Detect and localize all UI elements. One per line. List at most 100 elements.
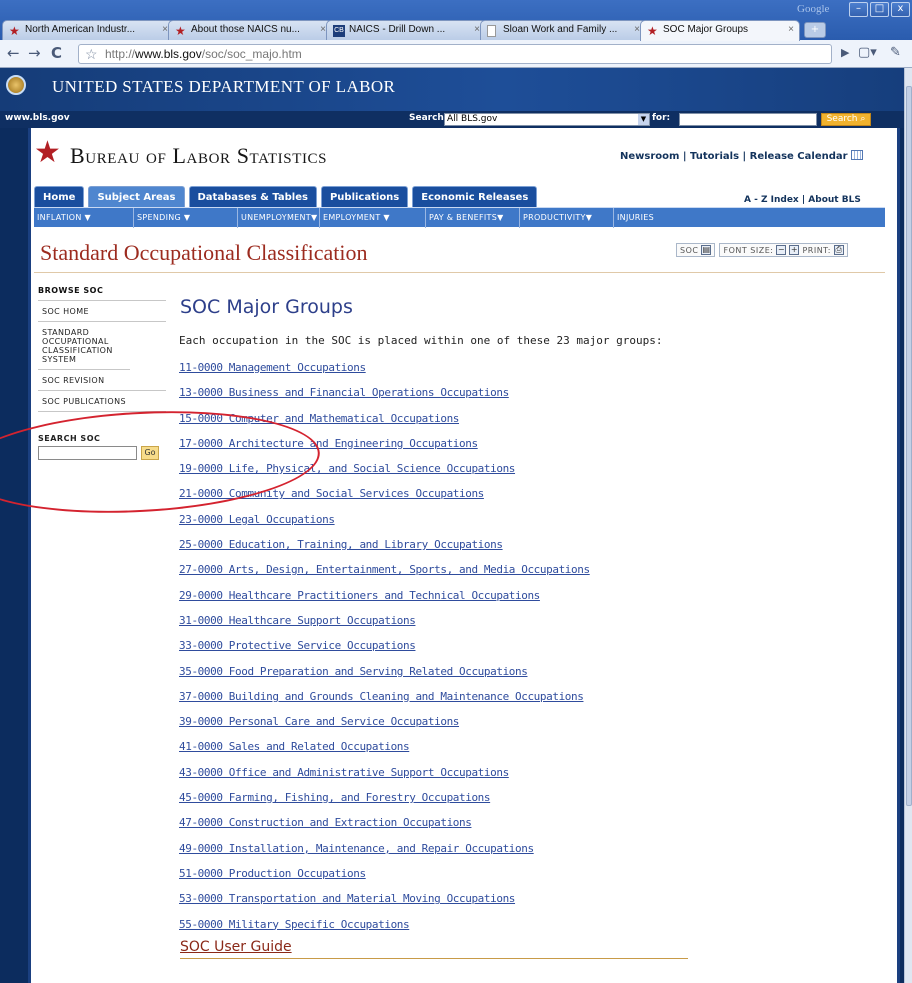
topic-employment[interactable]: EMPLOYMENT ▼: [320, 208, 426, 228]
group-link[interactable]: 31-0000 Healthcare Support Occupations: [179, 614, 416, 627]
search-label: Search:: [409, 113, 448, 123]
soc-search-input[interactable]: [38, 446, 137, 460]
back-arrow-icon[interactable]: ←: [7, 44, 20, 62]
search-input[interactable]: [679, 113, 817, 126]
search-scope-select[interactable]: All BLS.gov ▼: [444, 113, 650, 126]
group-link[interactable]: 41-0000 Sales and Related Occupations: [179, 740, 410, 753]
wrench-icon[interactable]: ✎: [890, 44, 901, 62]
close-window-button[interactable]: x: [891, 2, 910, 17]
list-item: 27-0000 Arts, Design, Entertainment, Spo…: [179, 563, 590, 588]
search-button[interactable]: Search ⌕: [821, 113, 871, 126]
topic-inflation[interactable]: INFLATION ▼: [34, 208, 134, 228]
group-link[interactable]: 21-0000 Community and Social Services Oc…: [179, 487, 484, 500]
tab-label: North American Industr...: [25, 24, 136, 35]
chevron-down-icon: ▼: [638, 114, 649, 125]
soc-print-button[interactable]: SOC ▤: [676, 243, 716, 257]
reload-icon[interactable]: C: [51, 44, 62, 62]
user-guide-heading: SOC User Guide: [180, 939, 688, 959]
bls-star-icon: ★: [175, 24, 186, 38]
print-label: PRINT:: [802, 245, 831, 255]
bls-logo-star-icon: ★: [34, 135, 61, 170]
nav-soc-home[interactable]: SOC HOME: [38, 301, 166, 322]
group-link[interactable]: 35-0000 Food Preparation and Serving Rel…: [179, 665, 528, 678]
top-links-text[interactable]: Newsroom | Tutorials | Release Calendar: [620, 151, 848, 162]
forward-arrow-icon[interactable]: →: [28, 44, 41, 62]
title-divider: [34, 272, 885, 273]
topic-productivity[interactable]: PRODUCTIVITY▼: [520, 208, 614, 228]
scrollbar[interactable]: [904, 68, 912, 983]
nav-soc-system[interactable]: STANDARD OCCUPATIONAL CLASSIFICATION SYS…: [38, 322, 130, 370]
list-item: 41-0000 Sales and Related Occupations: [179, 740, 590, 765]
tab-naics-drill-down[interactable]: CB NAICS - Drill Down ... ×: [326, 20, 486, 41]
group-link[interactable]: 33-0000 Protective Service Occupations: [179, 639, 416, 652]
group-link[interactable]: 15-0000 Computer and Mathematical Occupa…: [179, 412, 459, 425]
tab-home[interactable]: Home: [34, 186, 85, 207]
group-link[interactable]: 39-0000 Personal Care and Service Occupa…: [179, 715, 459, 728]
minimize-button[interactable]: –: [849, 2, 868, 17]
close-icon[interactable]: ×: [788, 24, 794, 35]
font-decrease-icon[interactable]: −: [776, 245, 787, 255]
topic-pay-benefits[interactable]: PAY & BENEFITS▼: [426, 208, 520, 228]
group-link[interactable]: 17-0000 Architecture and Engineering Occ…: [179, 437, 478, 450]
list-item: 29-0000 Healthcare Practitioners and Tec…: [179, 589, 590, 614]
topic-unemployment[interactable]: UNEMPLOYMENT▼: [238, 208, 320, 228]
scrollbar-thumb[interactable]: [906, 86, 912, 806]
bls-title[interactable]: Bureau of Labor Statistics: [70, 143, 327, 169]
tab-economic-releases[interactable]: Economic Releases: [412, 186, 538, 207]
maximize-button[interactable]: □: [870, 2, 889, 17]
group-link[interactable]: 51-0000 Production Occupations: [179, 867, 366, 880]
group-link[interactable]: 11-0000 Management Occupations: [179, 361, 366, 374]
printer-icon[interactable]: ⎙: [833, 245, 844, 255]
tab-about-naics[interactable]: ★ About those NAICS nu... ×: [168, 20, 332, 41]
dol-search-bar: www.bls.gov Search: All BLS.gov ▼ for: S…: [0, 111, 912, 128]
intro-text: Each occupation in the SOC is placed wit…: [179, 334, 663, 347]
group-link[interactable]: 37-0000 Building and Grounds Cleaning an…: [179, 690, 584, 703]
group-link[interactable]: 49-0000 Installation, Maintenance, and R…: [179, 842, 534, 855]
group-link[interactable]: 19-0000 Life, Physical, and Social Scien…: [179, 462, 515, 475]
tab-subject-areas[interactable]: Subject Areas: [88, 186, 185, 207]
play-icon[interactable]: ▶: [841, 44, 849, 62]
az-links[interactable]: A - Z Index | About BLS: [744, 195, 861, 205]
dol-title[interactable]: United States Department of Labor: [52, 77, 395, 97]
list-item: 31-0000 Healthcare Support Occupations: [179, 614, 590, 639]
google-label: Google: [797, 3, 830, 15]
topic-injuries[interactable]: INJURIES: [614, 208, 885, 228]
user-guide-link[interactable]: SOC User Guide: [180, 939, 292, 955]
calendar-icon[interactable]: [850, 150, 863, 160]
nav-soc-publications[interactable]: SOC PUBLICATIONS: [38, 391, 166, 412]
group-link[interactable]: 53-0000 Transportation and Material Movi…: [179, 892, 515, 905]
bookmark-star-icon[interactable]: ☆: [85, 45, 98, 63]
page-menu-icon[interactable]: ▢▾: [858, 44, 877, 62]
tab-databases-tables[interactable]: Databases & Tables: [188, 186, 317, 207]
tab-naics-industry[interactable]: ★ North American Industr... ×: [2, 20, 174, 41]
list-item: 17-0000 Architecture and Engineering Occ…: [179, 437, 590, 462]
nav-soc-revision[interactable]: SOC REVISION: [38, 370, 166, 391]
site-url[interactable]: www.bls.gov: [5, 113, 70, 123]
new-tab-button[interactable]: +: [804, 22, 826, 38]
address-bar[interactable]: ☆ http://www.bls.gov/soc/soc_majo.htm: [78, 44, 832, 64]
census-icon: CB: [333, 25, 345, 37]
tab-label: About those NAICS nu...: [191, 24, 300, 35]
topic-spending[interactable]: SPENDING ▼: [134, 208, 238, 228]
font-increase-icon[interactable]: +: [789, 245, 800, 255]
tab-soc-major-groups[interactable]: ★ SOC Major Groups ×: [640, 20, 800, 41]
list-item: 33-0000 Protective Service Occupations: [179, 639, 590, 664]
page-title: Standard Occupational Classification: [40, 240, 368, 265]
group-link[interactable]: 27-0000 Arts, Design, Entertainment, Spo…: [179, 563, 590, 576]
group-link[interactable]: 25-0000 Education, Training, and Library…: [179, 538, 503, 551]
group-link[interactable]: 47-0000 Construction and Extraction Occu…: [179, 816, 472, 829]
list-item: 11-0000 Management Occupations: [179, 361, 590, 386]
group-link[interactable]: 55-0000 Military Specific Occupations: [179, 918, 410, 931]
group-link[interactable]: 29-0000 Healthcare Practitioners and Tec…: [179, 589, 540, 602]
group-link[interactable]: 23-0000 Legal Occupations: [179, 513, 335, 526]
tab-publications[interactable]: Publications: [320, 186, 409, 207]
group-link[interactable]: 13-0000 Business and Financial Operation…: [179, 386, 509, 399]
list-item: 45-0000 Farming, Fishing, and Forestry O…: [179, 791, 590, 816]
group-link[interactable]: 43-0000 Office and Administrative Suppor…: [179, 766, 509, 779]
group-link[interactable]: 45-0000 Farming, Fishing, and Forestry O…: [179, 791, 491, 804]
list-item: 19-0000 Life, Physical, and Social Scien…: [179, 462, 590, 487]
tab-label: SOC Major Groups: [663, 24, 749, 35]
go-button[interactable]: Go: [141, 446, 159, 460]
tab-sloan-work-family[interactable]: Sloan Work and Family ... ×: [480, 20, 646, 41]
top-links[interactable]: Newsroom | Tutorials | Release Calendar: [620, 150, 863, 162]
